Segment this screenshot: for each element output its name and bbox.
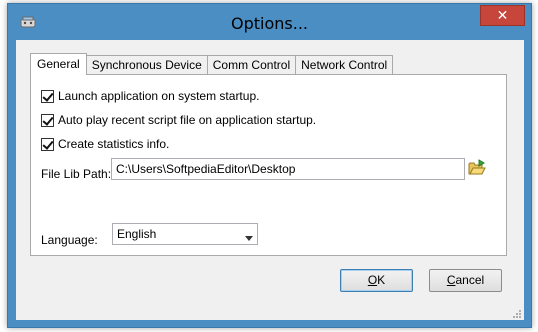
close-button[interactable]: ✕ (480, 5, 525, 26)
tab-comm-control[interactable]: Comm Control (207, 55, 297, 75)
folder-open-icon[interactable] (468, 159, 486, 177)
tab-synchronous-device[interactable]: Synchronous Device (86, 55, 208, 75)
options-dialog: Options... ✕ General Synchronous Device … (7, 3, 532, 328)
language-selected-value: English (117, 227, 157, 241)
tab-strip: General Synchronous Device Comm Control … (30, 53, 394, 75)
autoplay-script-label[interactable]: Auto play recent script file on applicat… (58, 113, 316, 127)
dialog-client-area: General Synchronous Device Comm Control … (16, 40, 524, 320)
general-tab-panel: Launch application on system startup. Au… (30, 74, 507, 256)
launch-on-startup-checkbox[interactable] (41, 89, 54, 103)
close-icon: ✕ (496, 7, 509, 23)
window-title: Options... (231, 14, 308, 33)
launch-on-startup-option[interactable]: Launch application on system startup. (41, 88, 259, 104)
autoplay-script-checkbox[interactable] (41, 113, 54, 127)
create-statistics-option[interactable]: Create statistics info. (41, 136, 169, 152)
file-lib-path-field[interactable]: C:\Users\SoftpediaEditor\Desktop (111, 158, 465, 180)
language-label: Language: (41, 233, 98, 247)
tab-network-control[interactable]: Network Control (296, 55, 394, 75)
ok-mnemonic: O (367, 273, 378, 287)
create-statistics-checkbox[interactable] (41, 137, 54, 151)
launch-on-startup-label[interactable]: Launch application on system startup. (58, 89, 259, 103)
cancel-button[interactable]: Cancel (429, 269, 502, 292)
ok-button[interactable]: OK (340, 269, 413, 292)
chevron-down-icon (245, 231, 253, 241)
file-lib-path-label: File Lib Path: (41, 167, 112, 181)
create-statistics-label[interactable]: Create statistics info. (58, 137, 169, 151)
autoplay-script-option[interactable]: Auto play recent script file on applicat… (41, 112, 316, 128)
language-select[interactable]: English (112, 223, 258, 245)
tab-general[interactable]: General (30, 53, 87, 75)
resize-grip-icon[interactable] (512, 308, 522, 318)
title-bar[interactable]: Options... ✕ (8, 4, 531, 40)
